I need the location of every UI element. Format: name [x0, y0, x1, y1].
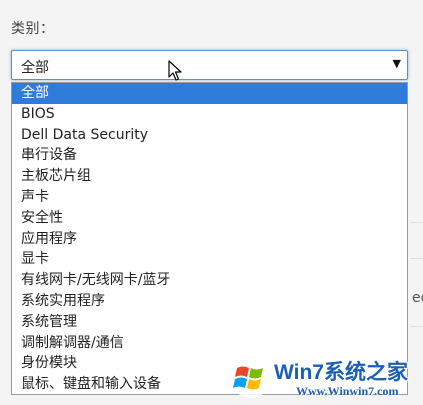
- watermark-title: Win7系统之家: [274, 361, 408, 384]
- watermark-url: Www.Winwin7.com: [296, 384, 399, 398]
- dropdown-option[interactable]: 系统管理: [12, 312, 407, 333]
- site-watermark: Win7系统之家 Www.Winwin7.com: [228, 354, 418, 400]
- dropdown-option[interactable]: Dell Data Security: [12, 125, 407, 146]
- dropdown-option[interactable]: 有线网卡/无线网卡/蓝牙: [12, 270, 407, 291]
- background-divider: [410, 326, 423, 327]
- triangle-down-icon: ▼: [392, 57, 401, 70]
- category-select[interactable]: 全部 ▼: [11, 50, 408, 80]
- category-label: 类别：: [11, 21, 55, 37]
- background-partial-text: ec: [412, 290, 423, 306]
- background-divider: [410, 222, 423, 223]
- dropdown-option[interactable]: 系统实用程序: [12, 291, 407, 312]
- dropdown-option[interactable]: 调制解调器/通信: [12, 333, 407, 354]
- dropdown-option[interactable]: 显卡: [12, 249, 407, 270]
- dropdown-option[interactable]: 全部: [12, 83, 407, 104]
- mouse-pointer-icon: [168, 60, 182, 81]
- dropdown-option[interactable]: 主板芯片组: [12, 166, 407, 187]
- dropdown-option[interactable]: 声卡: [12, 187, 407, 208]
- category-dropdown-list[interactable]: 全部 BIOS Dell Data Security 串行设备 主板芯片组 声卡 安全性 应用…: [11, 82, 408, 395]
- dropdown-option[interactable]: BIOS: [12, 104, 407, 125]
- select-current-value: 全部: [21, 60, 49, 76]
- dropdown-option[interactable]: 串行设备: [12, 145, 407, 166]
- windows-logo-icon: [230, 356, 272, 398]
- background-divider: [410, 258, 423, 259]
- dropdown-option[interactable]: 安全性: [12, 208, 407, 229]
- dropdown-option[interactable]: 应用程序: [12, 229, 407, 250]
